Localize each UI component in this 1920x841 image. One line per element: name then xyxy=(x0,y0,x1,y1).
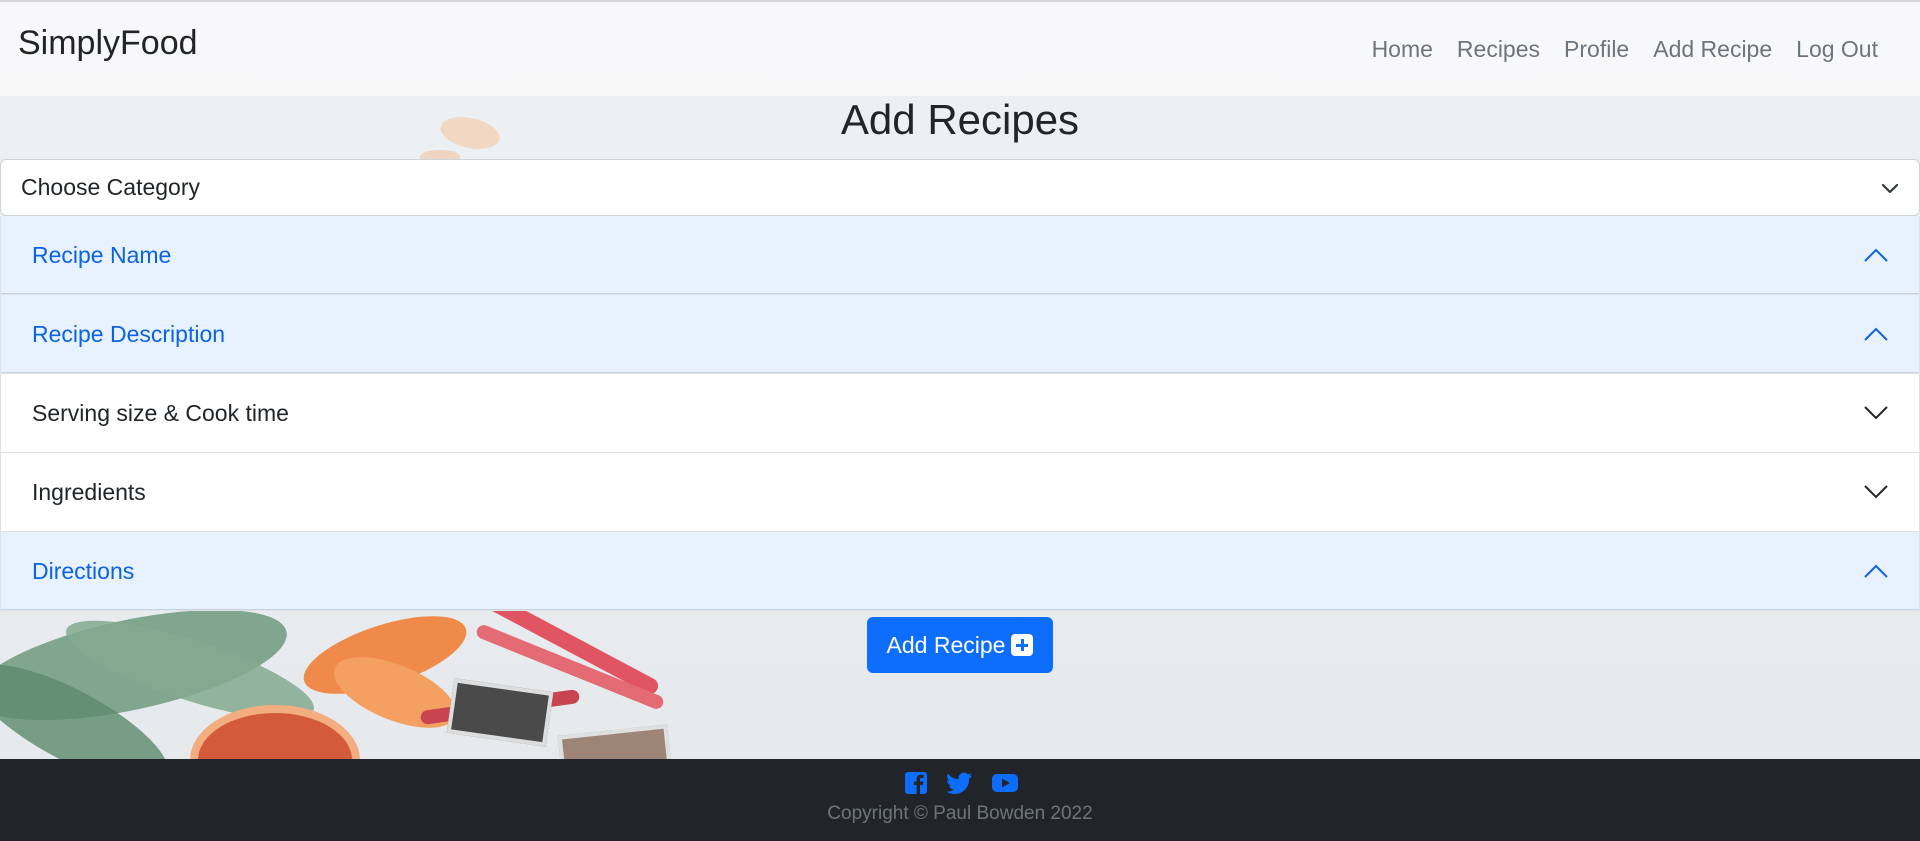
social-links xyxy=(0,771,1920,795)
accordion-ingredients[interactable]: Ingredients xyxy=(0,453,1920,532)
accordion-label: Recipe Name xyxy=(32,241,172,268)
copyright-text: Copyright © Paul Bowden 2022 xyxy=(827,803,1093,824)
accordion-label: Serving size & Cook time xyxy=(32,399,289,426)
nav-link-recipes[interactable]: Recipes xyxy=(1445,36,1552,63)
accordion-label: Ingredients xyxy=(32,478,146,505)
navbar: SimplyFood Home Recipes Profile Add Reci… xyxy=(0,0,1920,96)
youtube-icon[interactable] xyxy=(991,771,1018,795)
nav-link-profile[interactable]: Profile xyxy=(1552,36,1641,63)
accordion-label: Directions xyxy=(32,557,135,584)
accordion-label: Recipe Description xyxy=(32,320,226,347)
add-recipe-button[interactable]: Add Recipe xyxy=(867,617,1053,673)
plus-square-icon xyxy=(1011,634,1034,656)
chevron-up-icon xyxy=(1864,564,1888,578)
brand-logo[interactable]: SimplyFood xyxy=(18,24,198,63)
chevron-up-icon xyxy=(1864,327,1888,341)
footer: Copyright © Paul Bowden 2022 xyxy=(0,759,1920,841)
chevron-down-icon xyxy=(1864,406,1888,420)
nav-link-add-recipe[interactable]: Add Recipe xyxy=(1641,36,1784,63)
chevron-up-icon xyxy=(1864,248,1888,262)
accordion-recipe-name[interactable]: Recipe Name xyxy=(0,216,1920,295)
accordion-recipe-description[interactable]: Recipe Description xyxy=(0,295,1920,374)
nav-link-home[interactable]: Home xyxy=(1360,36,1445,63)
facebook-icon[interactable] xyxy=(903,771,929,795)
add-recipe-button-label: Add Recipe xyxy=(886,631,1006,658)
category-select-value: Choose Category xyxy=(21,174,200,200)
category-select[interactable]: Choose Category xyxy=(0,159,1920,216)
nav-links: Home Recipes Profile Add Recipe Log Out xyxy=(1360,36,1890,63)
page-title: Add Recipes xyxy=(840,96,1080,143)
chevron-down-icon xyxy=(1881,183,1899,193)
add-recipe-form: Choose Category Recipe Name Recipe Descr… xyxy=(0,159,1920,611)
accordion-serving-size-cook-time[interactable]: Serving size & Cook time xyxy=(0,374,1920,453)
twitter-icon[interactable] xyxy=(946,771,973,795)
nav-link-log-out[interactable]: Log Out xyxy=(1784,36,1890,63)
chevron-down-icon xyxy=(1864,485,1888,499)
accordion-directions[interactable]: Directions xyxy=(0,532,1920,611)
